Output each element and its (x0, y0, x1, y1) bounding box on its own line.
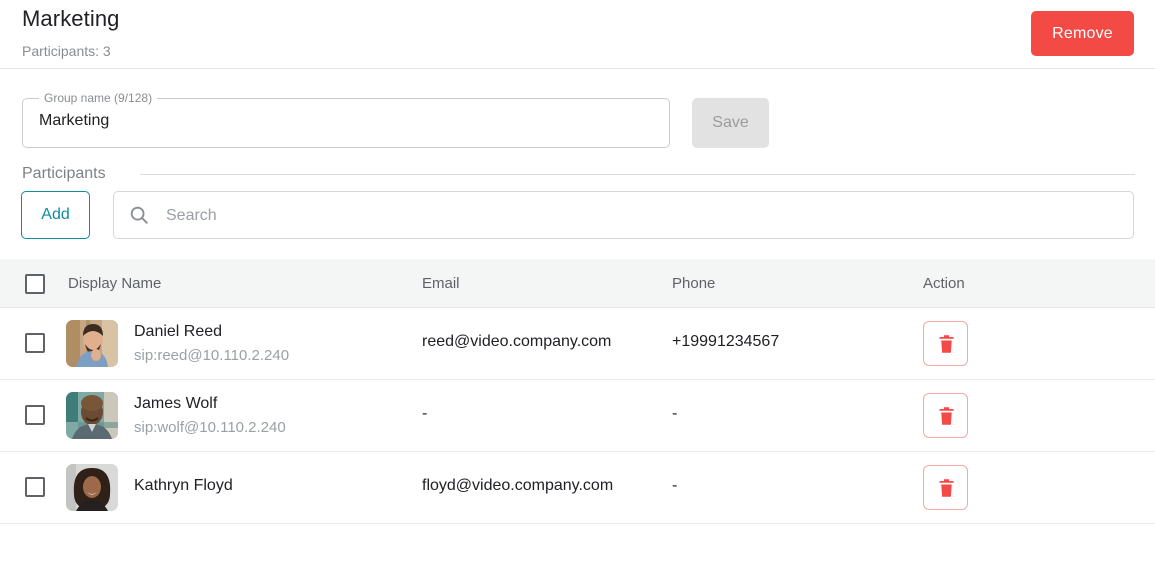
participant-phone: +19991234567 (672, 333, 780, 350)
remove-button[interactable]: Remove (1031, 11, 1134, 56)
participant-sip: sip:wolf@10.110.2.240 (134, 419, 286, 436)
participant-name: Daniel Reed (134, 323, 223, 340)
participant-phone: - (672, 405, 678, 422)
avatar (66, 320, 118, 367)
row-select-checkbox[interactable] (25, 477, 45, 497)
search-field[interactable] (113, 191, 1134, 240)
select-all-checkbox[interactable] (25, 274, 45, 294)
row-select-checkbox[interactable] (25, 333, 45, 353)
trash-icon (939, 479, 954, 497)
avatar (66, 392, 118, 439)
column-header-action: Action (923, 275, 965, 292)
delete-participant-button[interactable] (923, 465, 968, 510)
column-header-display-name: Display Name (68, 275, 162, 292)
table-row[interactable]: James Wolf sip:wolf@10.110.2.240 - - (0, 380, 1155, 452)
trash-icon (939, 407, 954, 425)
participant-email: - (422, 405, 428, 422)
page-header: Marketing Participants: 3 Remove (0, 0, 1155, 69)
column-header-phone: Phone (672, 275, 716, 292)
trash-icon (939, 335, 954, 353)
participants-count: Participants: 3 (22, 43, 111, 59)
group-name-input[interactable] (39, 112, 639, 130)
group-name-field[interactable]: Group name (9/128) (22, 91, 670, 148)
section-label: Participants (22, 165, 118, 183)
group-name-label: Group name (9/128) (39, 91, 158, 105)
participant-name: James Wolf (134, 395, 218, 412)
section-divider (140, 174, 1135, 175)
search-icon (128, 204, 150, 226)
delete-participant-button[interactable] (923, 321, 968, 366)
participant-sip: sip:reed@10.110.2.240 (134, 347, 290, 364)
participants-section-header: Participants (0, 153, 1155, 191)
row-select-checkbox[interactable] (25, 405, 45, 425)
participants-toolbar: Add (0, 191, 1155, 259)
page-title: Marketing (22, 6, 120, 31)
group-name-form: Group name (9/128) Save (0, 69, 1155, 153)
participant-email: floyd@video.company.com (422, 477, 614, 494)
participant-name: Kathryn Floyd (134, 477, 233, 494)
add-participant-button[interactable]: Add (21, 191, 90, 239)
table-row[interactable]: Daniel Reed sip:reed@10.110.2.240 reed@v… (0, 308, 1155, 380)
avatar (66, 464, 118, 511)
column-header-email: Email (422, 275, 460, 292)
search-input[interactable] (164, 192, 1123, 240)
table-row[interactable]: Kathryn Floyd floyd@video.company.com - (0, 452, 1155, 524)
participant-email: reed@video.company.com (422, 333, 612, 350)
delete-participant-button[interactable] (923, 393, 968, 438)
participants-table: Display Name Email Phone Action Daniel R… (0, 259, 1155, 524)
table-header-row: Display Name Email Phone Action (0, 259, 1155, 308)
participant-phone: - (672, 477, 678, 494)
save-button[interactable]: Save (692, 98, 769, 148)
